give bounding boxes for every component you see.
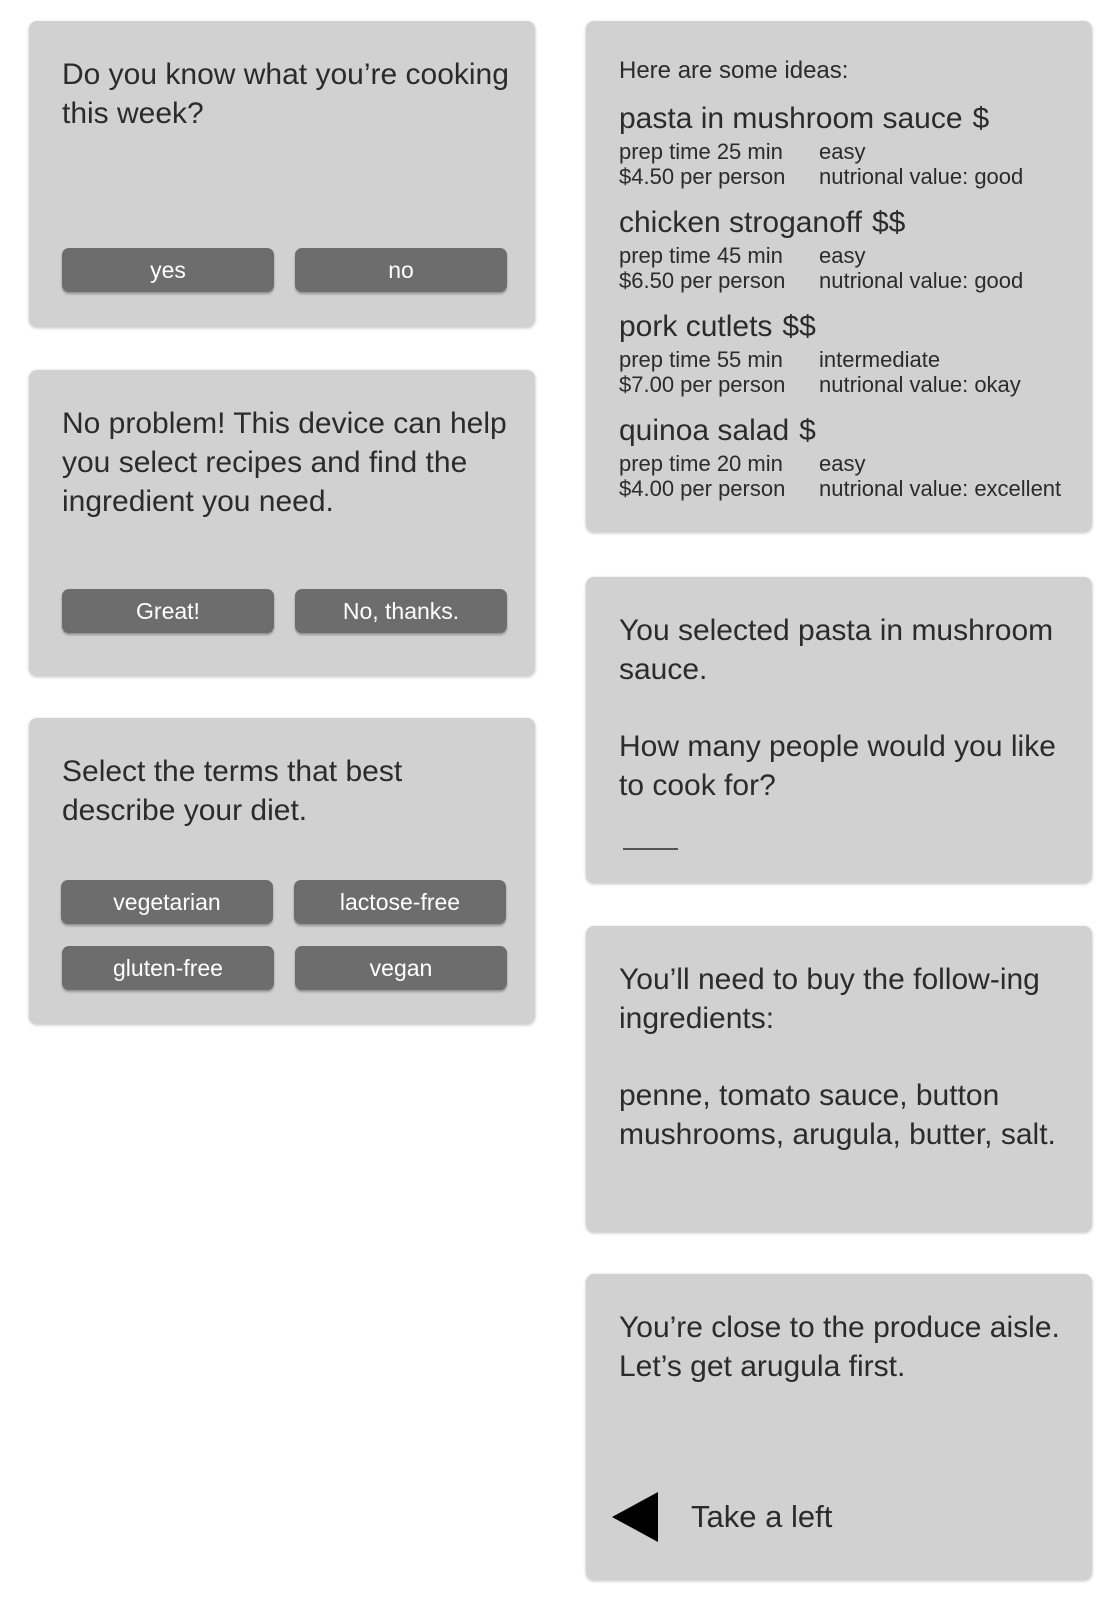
people-count-question: How many people would you like to cook f…	[619, 730, 1056, 802]
no-button[interactable]: no	[295, 248, 507, 292]
shopping-list-card: You’ll need to buy the follow-ing ingred…	[586, 926, 1092, 1232]
recipe-cost: $7.00 per person	[619, 372, 786, 397]
recipe-price-level: $$	[782, 310, 816, 343]
direction-label: Take a left	[691, 1499, 833, 1534]
selected-recipe-card: You selected pasta in mushroom sauce. Ho…	[586, 577, 1092, 883]
recipe-price-level: $	[799, 414, 816, 447]
selected-recipe-message: You selected pasta in mushroom sauce.	[619, 614, 1054, 686]
navigation-card: You’re close to the produce aisle. Let’s…	[586, 1274, 1092, 1580]
recipe-cost: $4.00 per person	[619, 476, 786, 501]
recipe-difficulty: intermediate	[819, 347, 941, 372]
ideas-heading: Here are some ideas:	[619, 57, 849, 84]
diet-selection-card: Select the terms that best describe your…	[29, 718, 535, 1024]
people-count-input[interactable]	[623, 848, 678, 850]
help-message: No problem! This device can help you sel…	[62, 407, 507, 518]
recipe-price-level: $	[972, 102, 990, 135]
recipe-difficulty: easy	[819, 451, 866, 476]
recipe-prep-time: prep time 25 min	[619, 139, 783, 164]
recipe-cost: $6.50 per person	[619, 268, 786, 293]
recipe-item[interactable]: pasta in mushroom sauce $ prep time 25 mi…	[619, 101, 1079, 189]
arrow-left-icon	[612, 1492, 658, 1542]
ingredient-list: penne, tomato sauce, button mushrooms, a…	[619, 1079, 1056, 1151]
no-thanks-button[interactable]: No, thanks.	[295, 589, 507, 633]
recipe-prep-time: prep time 20 min	[619, 451, 783, 476]
recipe-name: pasta in mushroom sauce $	[619, 102, 990, 135]
recipe-name: chicken stroganoff $$	[619, 206, 906, 239]
recipe-prep-time: prep time 55 min	[619, 347, 783, 372]
help-offer-card: No problem! This device can help you sel…	[29, 370, 535, 676]
recipe-item[interactable]: quinoa salad $ prep time 20 min easy $4.0…	[619, 413, 1079, 501]
recipe-nutrition: nutrional value: excellent	[819, 476, 1062, 501]
shopping-intro: You’ll need to buy the follow-ing ingred…	[619, 963, 1040, 1035]
yes-button[interactable]: yes	[62, 248, 274, 292]
recipe-item[interactable]: pork cutlets $$ prep time 55 min intermed…	[619, 309, 1079, 397]
recipe-difficulty: easy	[819, 243, 866, 268]
diet-question: Select the terms that best describe your…	[62, 755, 403, 827]
cooking-question-card: Do you know what you’re cooking this wee…	[29, 21, 535, 327]
recipe-ideas-card: Here are some ideas: pasta in mushroom s…	[586, 21, 1092, 532]
navigation-message: You’re close to the produce aisle. Let’s…	[619, 1311, 1060, 1383]
recipe-difficulty: easy	[819, 139, 866, 164]
direction-instruction: Take a left	[612, 1492, 832, 1542]
recipe-name: quinoa salad $	[619, 414, 816, 447]
recipe-nutrition: nutrional value: good	[819, 164, 1024, 189]
recipe-nutrition: nutrional value: okay	[819, 372, 1021, 397]
diet-option-gluten-free[interactable]: gluten-free	[62, 946, 274, 990]
great-button[interactable]: Great!	[62, 589, 274, 633]
recipe-price-level: $$	[871, 206, 906, 239]
recipe-cost: $4.50 per person	[619, 164, 786, 189]
recipe-item[interactable]: chicken stroganoff $$ prep time 45 min ea…	[619, 205, 1079, 293]
recipe-nutrition: nutrional value: good	[819, 268, 1024, 293]
recipe-name: pork cutlets $$	[619, 310, 816, 343]
cooking-question: Do you know what you’re cooking this wee…	[62, 58, 509, 130]
diet-option-lactose-free[interactable]: lactose-free	[294, 880, 506, 924]
diet-option-vegetarian[interactable]: vegetarian	[61, 880, 273, 924]
diet-option-vegan[interactable]: vegan	[295, 946, 507, 990]
recipe-prep-time: prep time 45 min	[619, 243, 783, 268]
